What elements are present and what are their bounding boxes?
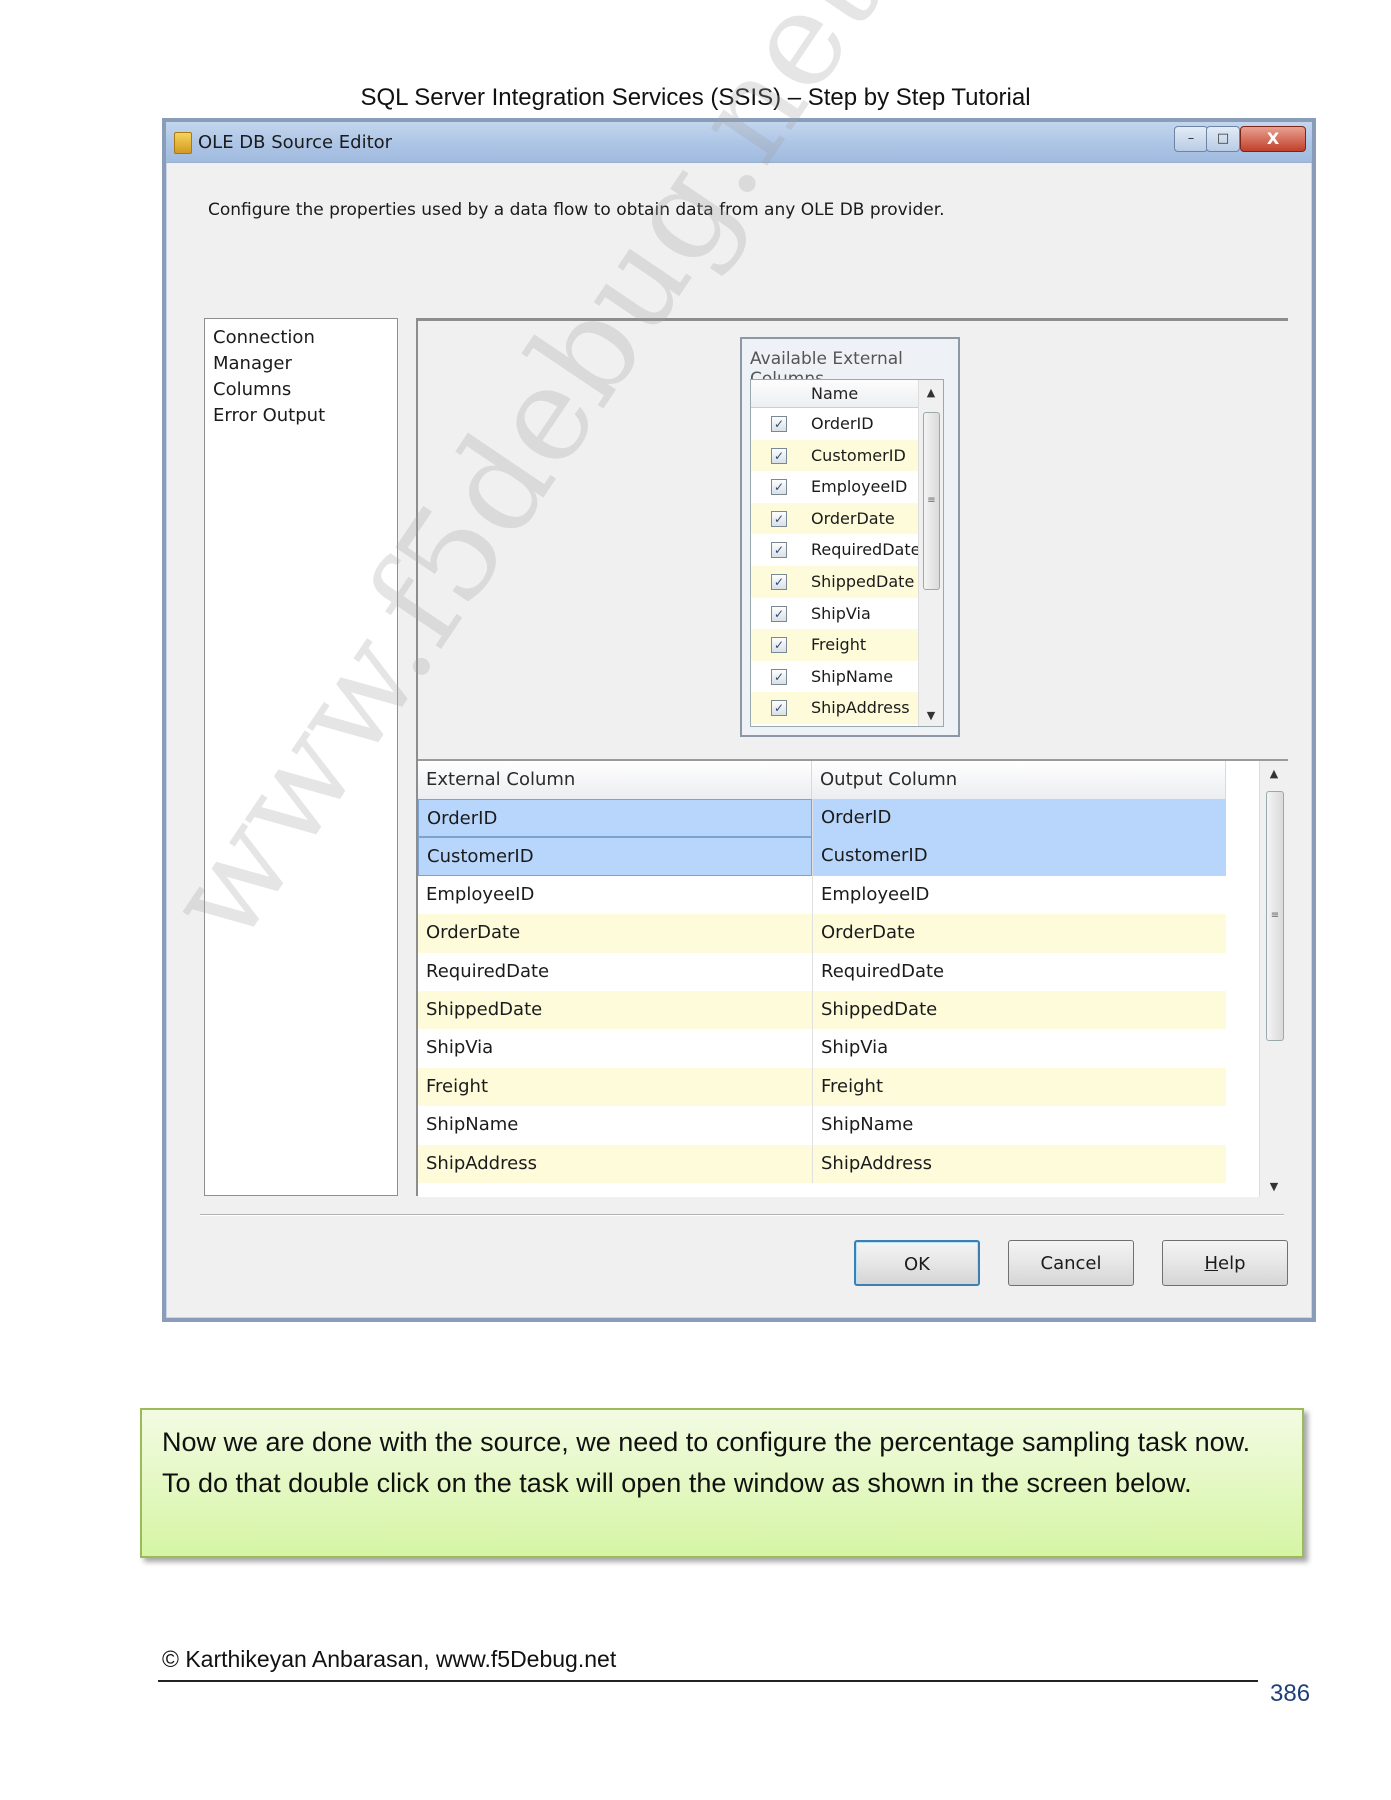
column-mapping-grid: External Column Output Column OrderID Ord… bbox=[418, 759, 1288, 1197]
checkbox-checked-icon[interactable]: ✓ bbox=[771, 668, 787, 685]
ssis-component-icon bbox=[174, 132, 192, 154]
table-row[interactable]: OrderDate OrderDate bbox=[418, 914, 1226, 953]
output-column-cell[interactable]: EmployeeID bbox=[812, 875, 1226, 915]
nav-item-connection-manager[interactable]: Connection Manager bbox=[213, 325, 389, 377]
external-column-cell[interactable]: CustomerID bbox=[418, 837, 812, 876]
table-row[interactable]: ShipVia ShipVia bbox=[418, 1029, 1226, 1068]
available-columns-list: Name ✓ OrderID ✓ CustomerID ✓ EmployeeID ✓ O… bbox=[750, 379, 944, 727]
checkbox-checked-icon[interactable]: ✓ bbox=[771, 416, 787, 432]
available-external-columns-group: Available External Columns Name ✓OrderID… bbox=[740, 337, 960, 737]
column-name: CustomerID bbox=[811, 445, 906, 465]
available-column-row[interactable]: ✓ ShipName bbox=[751, 661, 919, 693]
note-box: Now we are done with the source, we need… bbox=[140, 1408, 1304, 1558]
available-column-row[interactable]: ✓ RequiredDate bbox=[751, 534, 921, 566]
column-name: ShippedDate bbox=[811, 571, 915, 591]
output-column-cell[interactable]: OrderDate bbox=[812, 914, 1226, 953]
help-label-rest: elp bbox=[1218, 1253, 1246, 1274]
external-column-header[interactable]: External Column bbox=[418, 761, 812, 799]
table-row[interactable]: CustomerID CustomerID bbox=[418, 837, 1226, 876]
available-column-row[interactable]: ✓ CustomerID bbox=[751, 439, 919, 472]
column-name: ShipVia bbox=[811, 603, 871, 623]
output-column-cell[interactable]: RequiredDate bbox=[812, 952, 1226, 991]
external-column-cell[interactable]: RequiredDate bbox=[418, 953, 812, 991]
output-column-cell[interactable]: ShipVia bbox=[812, 1029, 1226, 1068]
page-number: 386 bbox=[1270, 1680, 1311, 1707]
column-name: EmployeeID bbox=[811, 477, 908, 497]
external-column-cell[interactable]: ShipVia bbox=[418, 1029, 812, 1067]
checkbox-checked-icon[interactable]: ✓ bbox=[771, 605, 787, 622]
column-name: ShipAddress bbox=[811, 698, 910, 718]
available-columns-header[interactable]: Name bbox=[751, 380, 919, 408]
external-column-cell[interactable]: ShipName bbox=[418, 1106, 812, 1144]
table-row[interactable]: EmployeeID EmployeeID bbox=[418, 875, 1226, 915]
scroll-up-icon[interactable]: ▲ bbox=[1260, 767, 1288, 780]
help-accelerator: H bbox=[1204, 1253, 1219, 1274]
table-row[interactable]: ShipAddress ShipAddress bbox=[418, 1144, 1226, 1183]
checkbox-checked-icon[interactable]: ✓ bbox=[771, 542, 787, 559]
title-bar[interactable]: OLE DB Source Editor – □ X bbox=[166, 122, 1312, 163]
column-name: OrderID bbox=[811, 414, 874, 433]
table-row[interactable]: RequiredDate RequiredDate bbox=[418, 952, 1226, 991]
available-column-row[interactable]: ✓ EmployeeID bbox=[751, 471, 919, 503]
available-columns-scrollbar[interactable]: ▲ ≡ ▼ bbox=[918, 380, 943, 726]
columns-page: Available External Columns Name ✓OrderID… bbox=[416, 318, 1288, 1197]
help-button[interactable]: Help bbox=[1162, 1240, 1288, 1286]
external-column-cell[interactable]: ShippedDate bbox=[418, 991, 812, 1029]
checkbox-checked-icon[interactable]: ✓ bbox=[771, 637, 787, 654]
available-column-row[interactable]: ✓ ShipVia bbox=[751, 598, 919, 630]
table-row[interactable]: Freight Freight bbox=[418, 1067, 1226, 1107]
table-row[interactable]: OrderID OrderID bbox=[418, 799, 1226, 838]
output-column-header[interactable]: Output Column bbox=[812, 761, 1226, 799]
close-icon[interactable]: X bbox=[1240, 126, 1306, 152]
minimize-icon[interactable]: – bbox=[1174, 126, 1208, 152]
external-column-cell[interactable]: OrderID bbox=[418, 799, 812, 838]
output-column-cell[interactable]: CustomerID bbox=[812, 837, 1226, 876]
grid-header: External Column Output Column bbox=[418, 761, 1226, 800]
ole-db-source-editor-dialog: OLE DB Source Editor – □ X Configure the… bbox=[162, 118, 1316, 1322]
table-row[interactable]: ShippedDate ShippedDate bbox=[418, 991, 1226, 1030]
output-column-cell[interactable]: Freight bbox=[812, 1067, 1226, 1107]
output-column-cell[interactable]: ShipName bbox=[812, 1106, 1226, 1145]
scroll-thumb[interactable]: ≡ bbox=[1266, 791, 1284, 1041]
checkbox-checked-icon[interactable]: ✓ bbox=[771, 510, 787, 527]
available-column-row[interactable]: ✓ ShipAddress bbox=[751, 692, 919, 724]
dialog-title: OLE DB Source Editor bbox=[198, 132, 393, 153]
scroll-down-icon[interactable]: ▼ bbox=[919, 709, 943, 722]
column-name: Freight bbox=[811, 635, 867, 655]
nav-panel: Connection Manager Columns Error Output bbox=[204, 318, 398, 1196]
cancel-button[interactable]: Cancel bbox=[1008, 1240, 1134, 1286]
output-column-cell[interactable]: OrderID bbox=[812, 799, 1226, 838]
external-column-cell[interactable]: OrderDate bbox=[418, 914, 812, 952]
scroll-thumb[interactable]: ≡ bbox=[923, 412, 940, 590]
available-column-row[interactable]: ✓ OrderID bbox=[751, 408, 919, 440]
available-column-row[interactable]: ✓ ShippedDate bbox=[751, 565, 919, 598]
maximize-icon[interactable]: □ bbox=[1206, 126, 1240, 152]
external-column-cell[interactable]: ShipAddress bbox=[418, 1145, 812, 1183]
checkbox-checked-icon[interactable]: ✓ bbox=[771, 700, 787, 717]
scroll-down-icon[interactable]: ▼ bbox=[1260, 1180, 1288, 1193]
ok-button[interactable]: OK bbox=[854, 1240, 980, 1286]
dialog-description: Configure the properties used by a data … bbox=[208, 200, 945, 220]
scroll-up-icon[interactable]: ▲ bbox=[919, 386, 943, 399]
checkbox-checked-icon[interactable]: ✓ bbox=[771, 447, 787, 464]
checkbox-checked-icon[interactable]: ✓ bbox=[771, 573, 787, 590]
column-name: RequiredDate bbox=[811, 540, 921, 560]
output-column-cell[interactable]: ShipAddress bbox=[812, 1144, 1226, 1183]
table-row[interactable]: ShipName ShipName bbox=[418, 1106, 1226, 1145]
available-column-row[interactable]: ✓ Freight bbox=[751, 629, 919, 661]
checkbox-checked-icon[interactable]: ✓ bbox=[771, 479, 787, 496]
page-header: SQL Server Integration Services (SSIS) –… bbox=[360, 84, 1031, 111]
column-name: OrderDate bbox=[811, 508, 895, 528]
button-separator bbox=[200, 1214, 1284, 1216]
grid-scrollbar[interactable]: ▲ ≡ ▼ bbox=[1259, 761, 1288, 1197]
nav-item-error-output[interactable]: Error Output bbox=[213, 403, 389, 429]
available-column-row[interactable]: ✓ OrderDate bbox=[751, 502, 919, 535]
output-column-cell[interactable]: ShippedDate bbox=[812, 991, 1226, 1030]
external-column-cell[interactable]: EmployeeID bbox=[418, 876, 812, 914]
footer-rule bbox=[158, 1680, 1258, 1682]
column-name: ShipName bbox=[811, 666, 894, 686]
external-column-cell[interactable]: Freight bbox=[418, 1068, 812, 1106]
nav-item-columns[interactable]: Columns bbox=[213, 377, 389, 403]
footer-copyright: © Karthikeyan Anbarasan, www.f5Debug.net bbox=[162, 1646, 617, 1672]
